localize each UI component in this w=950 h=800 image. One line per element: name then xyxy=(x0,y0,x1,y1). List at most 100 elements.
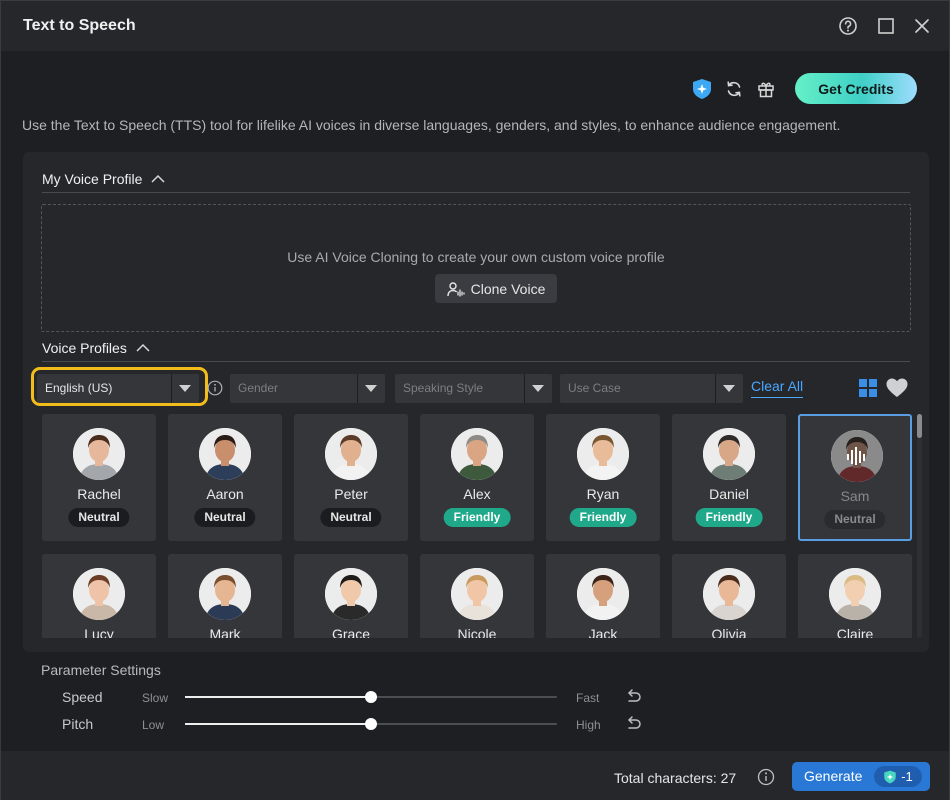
voice-style-badge: Friendly xyxy=(569,508,637,527)
voice-clone-icon xyxy=(446,281,465,297)
voice-card-olivia[interactable]: Olivia xyxy=(672,554,786,638)
tool-description: Use the Text to Speech (TTS) tool for li… xyxy=(22,117,841,133)
avatar xyxy=(325,428,377,480)
voice-card-claire[interactable]: Claire xyxy=(798,554,912,638)
clone-prompt: Use AI Voice Cloning to create your own … xyxy=(287,249,665,265)
voice-name: Sam xyxy=(840,488,870,504)
pitch-slider-handle[interactable] xyxy=(365,718,377,730)
speed-min-label: Slow xyxy=(142,691,169,705)
language-select[interactable]: English (US) xyxy=(37,374,199,403)
my-voice-profile-title: My Voice Profile xyxy=(42,171,143,187)
my-voice-profile-header[interactable]: My Voice Profile xyxy=(42,171,166,187)
voice-grid-scrollbar[interactable] xyxy=(917,414,922,638)
speed-slider-handle[interactable] xyxy=(365,691,377,703)
pitch-label: Pitch xyxy=(62,716,94,732)
close-icon[interactable] xyxy=(909,13,935,39)
clear-all-link[interactable]: Clear All xyxy=(751,378,804,398)
voice-style-badge: Friendly xyxy=(695,508,763,527)
voice-name: Nicole xyxy=(457,626,497,638)
avatar xyxy=(577,568,629,620)
voice-name: Mark xyxy=(209,626,241,638)
avatar xyxy=(73,568,125,620)
voice-style-badge: Neutral xyxy=(824,510,886,529)
dropdown-caret-icon xyxy=(723,385,735,392)
pitch-slider-fill xyxy=(185,723,371,725)
speed-row: Speed Slow Fast xyxy=(41,687,661,707)
info-icon[interactable] xyxy=(757,768,775,786)
language-value: English (US) xyxy=(45,381,113,395)
avatar xyxy=(451,568,503,620)
voice-card-lucy[interactable]: Lucy xyxy=(42,554,156,638)
voice-style-badge: Neutral xyxy=(68,508,130,527)
voice-card-daniel[interactable]: Daniel Friendly xyxy=(672,414,786,541)
dropdown-caret-icon xyxy=(179,385,191,392)
total-characters: Total characters: 27 xyxy=(614,770,737,786)
voice-profiles-title: Voice Profiles xyxy=(42,340,127,356)
voice-card-grace[interactable]: Grace xyxy=(294,554,408,638)
dropdown-caret-icon xyxy=(532,385,544,392)
voice-profiles-header[interactable]: Voice Profiles xyxy=(42,340,151,356)
voice-card-jack[interactable]: Jack xyxy=(546,554,660,638)
use-case-placeholder: Use Case xyxy=(568,381,621,395)
voice-card-mark[interactable]: Mark xyxy=(168,554,282,638)
chevron-up-icon xyxy=(151,174,165,183)
gender-select[interactable]: Gender xyxy=(230,374,385,403)
voice-card-peter[interactable]: Peter Neutral xyxy=(294,414,408,541)
title-bar: Text to Speech xyxy=(1,1,949,51)
voice-name: Daniel xyxy=(709,486,749,502)
pitch-reset-icon[interactable] xyxy=(624,715,642,733)
avatar xyxy=(703,428,755,480)
voice-name: Ryan xyxy=(586,486,620,502)
voice-card-aaron[interactable]: Aaron Neutral xyxy=(168,414,282,541)
voice-name: Olivia xyxy=(711,626,747,638)
window-title: Text to Speech xyxy=(23,17,136,34)
voice-style-badge: Neutral xyxy=(194,508,256,527)
favorites-heart-icon[interactable] xyxy=(885,377,909,399)
tts-window: Text to Speech Get Credits Use the Text … xyxy=(0,0,950,800)
gift-icon[interactable] xyxy=(755,78,777,100)
voice-name: Alex xyxy=(463,486,491,502)
chevron-up-icon xyxy=(136,343,150,352)
credits-toolbar: Get Credits xyxy=(691,73,917,104)
avatar xyxy=(829,568,881,620)
voice-name: Jack xyxy=(588,626,618,638)
voice-grid: Rachel Neutral Aaron Neutral Peter Neutral Ale… xyxy=(42,414,914,638)
voice-card-rachel[interactable]: Rachel Neutral xyxy=(42,414,156,541)
clone-drop-area: Use AI Voice Cloning to create your own … xyxy=(41,204,911,332)
refresh-icon[interactable] xyxy=(723,78,745,100)
avatar xyxy=(703,568,755,620)
voice-name: Aaron xyxy=(206,486,244,502)
maximize-icon[interactable] xyxy=(873,13,899,39)
generate-cost-badge: -1 xyxy=(874,766,922,787)
avatar xyxy=(577,428,629,480)
voice-name: Grace xyxy=(331,626,371,638)
speed-slider-fill xyxy=(185,696,371,698)
generate-cost: -1 xyxy=(901,769,913,784)
voice-card-alex[interactable]: Alex Friendly xyxy=(420,414,534,541)
info-icon[interactable] xyxy=(207,380,223,396)
speed-reset-icon[interactable] xyxy=(624,688,642,706)
voice-card-ryan[interactable]: Ryan Friendly xyxy=(546,414,660,541)
grid-view-icon[interactable] xyxy=(858,378,878,398)
voice-panel: My Voice Profile Use AI Voice Cloning to… xyxy=(23,152,929,652)
help-icon[interactable] xyxy=(835,13,861,39)
clone-voice-button[interactable]: Clone Voice xyxy=(435,274,557,303)
voice-card-nicole[interactable]: Nicole xyxy=(420,554,534,638)
avatar xyxy=(73,428,125,480)
voice-style-badge: Neutral xyxy=(320,508,382,527)
use-case-select[interactable]: Use Case xyxy=(560,374,743,403)
speaking-style-select[interactable]: Speaking Style xyxy=(395,374,552,403)
voice-name: Lucy xyxy=(84,626,114,638)
avatar xyxy=(325,568,377,620)
get-credits-button[interactable]: Get Credits xyxy=(795,73,917,104)
avatar xyxy=(199,568,251,620)
pitch-max-label: High xyxy=(576,718,601,732)
ai-credit-icon[interactable] xyxy=(691,78,713,100)
ai-credit-icon xyxy=(884,770,896,783)
pitch-slider[interactable] xyxy=(185,718,557,730)
speed-slider[interactable] xyxy=(185,691,557,703)
scroll-thumb[interactable] xyxy=(917,414,922,438)
voice-card-sam[interactable]: Sam Neutral xyxy=(798,414,912,541)
divider xyxy=(42,361,910,362)
generate-button[interactable]: Generate -1 xyxy=(792,762,930,791)
